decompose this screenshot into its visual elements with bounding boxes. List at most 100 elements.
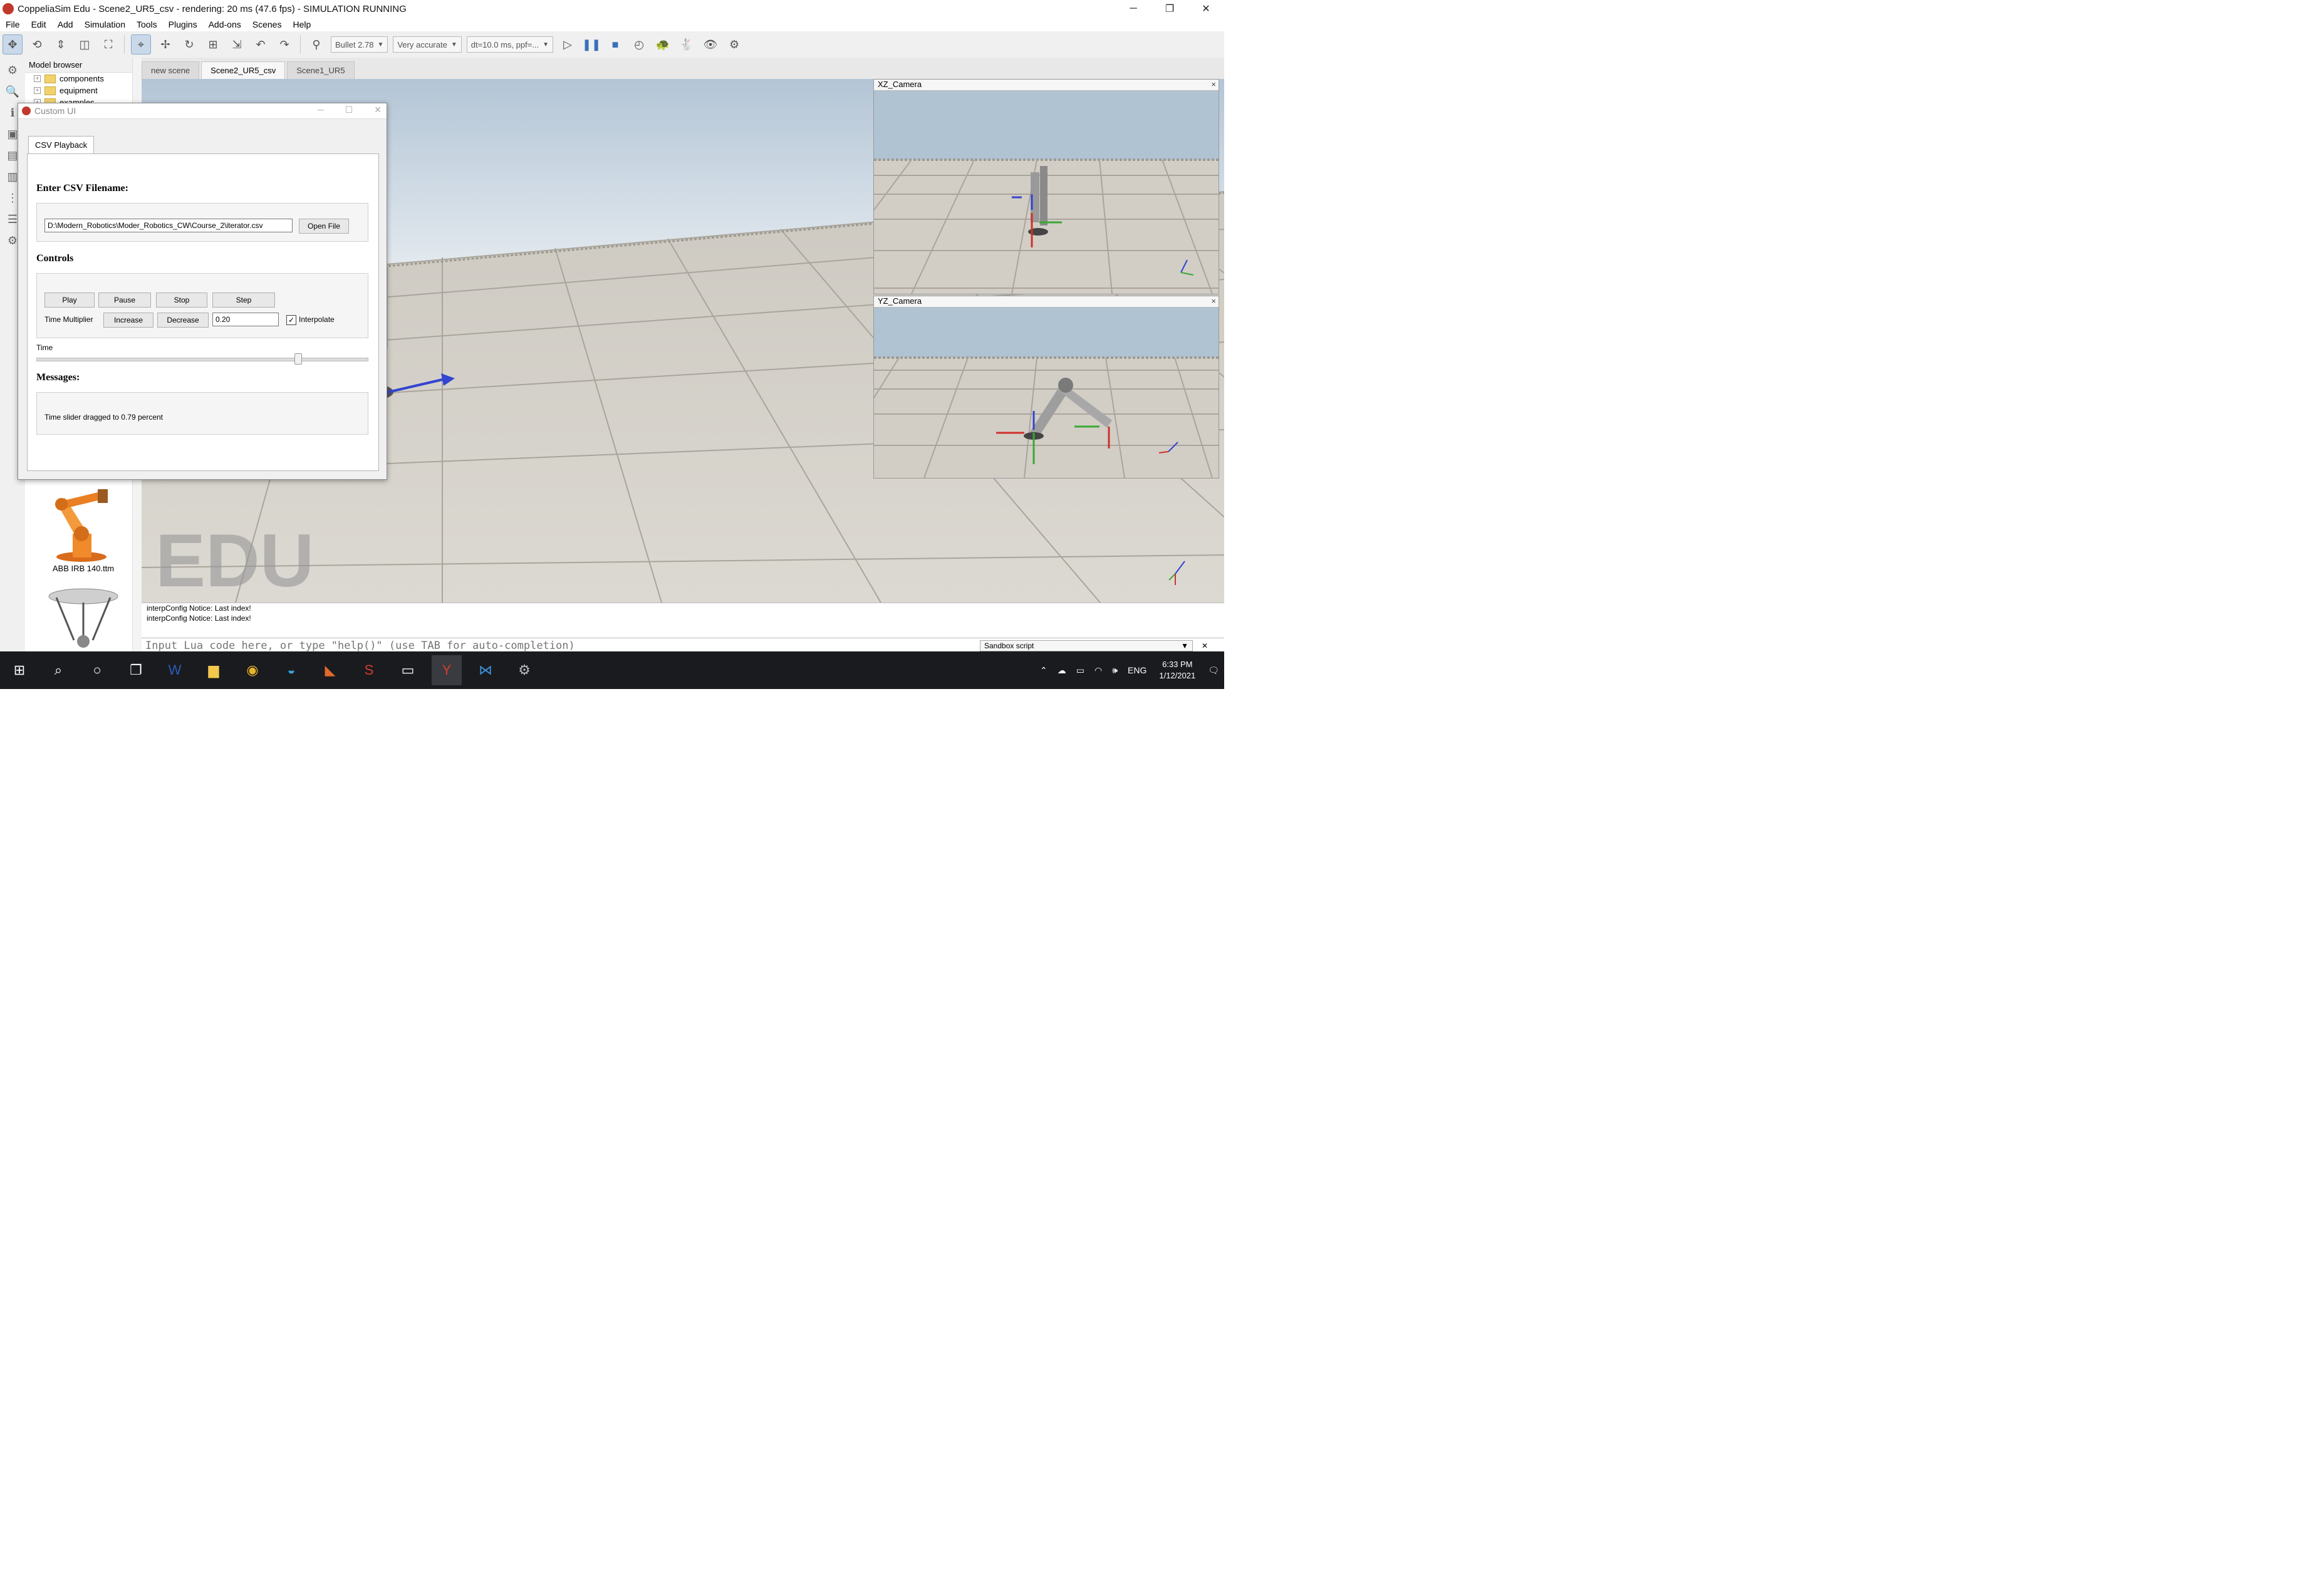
assemble-icon[interactable]: ⊞ (204, 35, 222, 54)
pause-simulation-icon[interactable]: ❚❚ (582, 35, 601, 54)
object-shift-icon[interactable]: ✢ (156, 35, 175, 54)
csv-playback-panel: Enter CSV Filename: D:\Modern_Robotics\M… (27, 153, 379, 471)
undo-icon[interactable]: ↶ (251, 35, 270, 54)
folder-icon (44, 86, 56, 95)
menu-tools[interactable]: Tools (131, 19, 163, 29)
model-thumbnail-label: ABB IRB 140.ttm (52, 564, 115, 573)
chrome-icon[interactable]: ◉ (237, 655, 268, 685)
search-icon[interactable]: ⌕ (43, 655, 73, 685)
accuracy-select[interactable]: Very accurate ▼ (393, 36, 462, 53)
dialog-minimize-button[interactable]: ─ (318, 105, 324, 115)
coppeliasim-taskbar-icon[interactable]: Y (432, 655, 462, 685)
tree-item-components[interactable]: + components (25, 73, 142, 85)
language-indicator[interactable]: ENG (1128, 665, 1146, 675)
settings-icon[interactable]: ⚙ (725, 35, 744, 54)
menu-help[interactable]: Help (287, 19, 316, 29)
real-time-icon[interactable]: ◴ (630, 35, 648, 54)
window-title: CoppeliaSim Edu - Scene2_UR5_csv - rende… (18, 3, 407, 14)
wifi-icon[interactable]: ◠ (1094, 665, 1102, 676)
close-icon[interactable]: ✕ (1202, 641, 1208, 650)
engine-select[interactable]: Bullet 2.78 ▼ (331, 36, 388, 53)
menu-plugins[interactable]: Plugins (163, 19, 203, 29)
close-icon[interactable]: × (1211, 80, 1216, 89)
status-console: interpConfig Notice: Last index! interpC… (142, 603, 1224, 638)
click-select-icon[interactable]: ⌖ (131, 34, 151, 54)
search-icon[interactable]: 🔍 (4, 83, 21, 100)
tab-new-scene[interactable]: new scene (142, 61, 200, 79)
minimize-button[interactable]: ─ (1115, 0, 1152, 18)
stop-button[interactable]: Stop (156, 293, 207, 308)
simulation-settings-icon[interactable]: ⚙ (4, 61, 21, 79)
stop-simulation-icon[interactable]: ■ (606, 35, 625, 54)
play-button[interactable]: Play (44, 293, 95, 308)
edu-watermark: EDU (155, 519, 315, 603)
interpolate-checkbox[interactable]: ✓ (286, 315, 296, 325)
edge-icon[interactable]: ◒ (276, 655, 306, 685)
delta-robot-thumbnail[interactable] (43, 584, 124, 653)
notifications-icon[interactable]: 🗨 (1208, 665, 1219, 676)
step-button[interactable]: Step (212, 293, 275, 308)
menu-addons[interactable]: Add-ons (203, 19, 247, 29)
menu-scenes[interactable]: Scenes (247, 19, 288, 29)
time-slider-track[interactable] (36, 358, 368, 361)
tab-csv-playback[interactable]: CSV Playback (28, 136, 95, 153)
time-slider-handle[interactable] (294, 353, 303, 365)
console-line: interpConfig Notice: Last index! (147, 614, 251, 623)
expand-icon[interactable]: + (34, 87, 41, 94)
camera-pan-icon[interactable]: ✥ (3, 34, 23, 54)
vscode-icon[interactable]: ⋈ (470, 655, 501, 685)
camera-shift-icon[interactable]: ⇕ (51, 35, 70, 54)
fit-to-view-icon[interactable]: ⛶ (99, 35, 118, 54)
xz-camera-view[interactable]: XZ_Camera × (873, 79, 1219, 294)
restore-button[interactable]: ❐ (1152, 0, 1188, 18)
open-file-button[interactable]: Open File (299, 219, 349, 234)
transfer-dna-icon[interactable]: ⇲ (227, 35, 246, 54)
slow-down-icon[interactable]: 🐢 (653, 35, 672, 54)
tab-scene1-ur5[interactable]: Scene1_UR5 (287, 61, 355, 79)
windows-start-icon[interactable]: ⊞ (4, 655, 34, 685)
menu-edit[interactable]: Edit (26, 19, 52, 29)
task-view-icon[interactable]: ❐ (121, 655, 151, 685)
yz-camera-view[interactable]: YZ_Camera × (873, 296, 1219, 479)
dialog-close-button[interactable]: ✕ (374, 105, 382, 115)
chevron-up-icon[interactable]: ⌃ (1040, 665, 1048, 676)
speed-up-icon[interactable]: 🐇 (677, 35, 696, 54)
chevron-down-icon: ▼ (450, 41, 457, 48)
message-text: Time slider dragged to 0.79 percent (44, 413, 163, 422)
abb-irb-140-thumbnail[interactable] (38, 474, 125, 565)
menu-add[interactable]: Add (52, 19, 79, 29)
script-select[interactable]: Sandbox script ▼ (980, 640, 1193, 651)
terminal-icon[interactable]: ▭ (393, 655, 423, 685)
tab-scene2-ur5-csv[interactable]: Scene2_UR5_csv (201, 61, 286, 79)
app-icon[interactable]: ⚙ (509, 655, 539, 685)
start-simulation-icon[interactable]: ▷ (558, 35, 577, 54)
increase-button[interactable]: Increase (103, 313, 153, 328)
redo-icon[interactable]: ↷ (275, 35, 294, 54)
pause-button[interactable]: Pause (98, 293, 151, 308)
solidworks-icon[interactable]: S (354, 655, 384, 685)
menu-simulation[interactable]: Simulation (79, 19, 131, 29)
dialog-title-bar[interactable]: Custom UI ─ ☐ ✕ (18, 103, 387, 119)
timestep-select[interactable]: dt=10.0 ms, ppf=... ▼ (466, 36, 554, 53)
time-multiplier-field[interactable]: 0.20 (212, 313, 279, 326)
camera-rotate-icon[interactable]: ⟲ (28, 35, 46, 54)
camera-angle-icon[interactable]: ◫ (75, 35, 94, 54)
matlab-icon[interactable]: ◣ (315, 655, 345, 685)
visualization-toggle-icon[interactable]: 👁 (701, 35, 720, 54)
expand-icon[interactable]: + (34, 75, 41, 82)
object-rotate-icon[interactable]: ↻ (180, 35, 199, 54)
decrease-button[interactable]: Decrease (157, 313, 209, 328)
clock[interactable]: 6:33 PM 1/12/2021 (1159, 659, 1195, 681)
word-icon[interactable]: W (160, 655, 190, 685)
battery-icon[interactable]: ▭ (1076, 665, 1084, 676)
dialog-maximize-button[interactable]: ☐ (345, 105, 353, 115)
volume-icon[interactable]: 🕪 (1112, 665, 1118, 676)
close-icon[interactable]: × (1211, 296, 1216, 306)
menu-file[interactable]: File (0, 19, 26, 29)
csv-filename-field[interactable]: D:\Modern_Robotics\Moder_Robotics_CW\Cou… (44, 219, 293, 232)
cortana-icon[interactable]: ○ (82, 655, 112, 685)
close-button[interactable]: ✕ (1188, 0, 1224, 18)
file-explorer-icon[interactable]: ▆ (199, 655, 229, 685)
cloud-icon[interactable]: ☁ (1058, 665, 1066, 676)
tree-item-equipment[interactable]: + equipment (25, 85, 142, 96)
